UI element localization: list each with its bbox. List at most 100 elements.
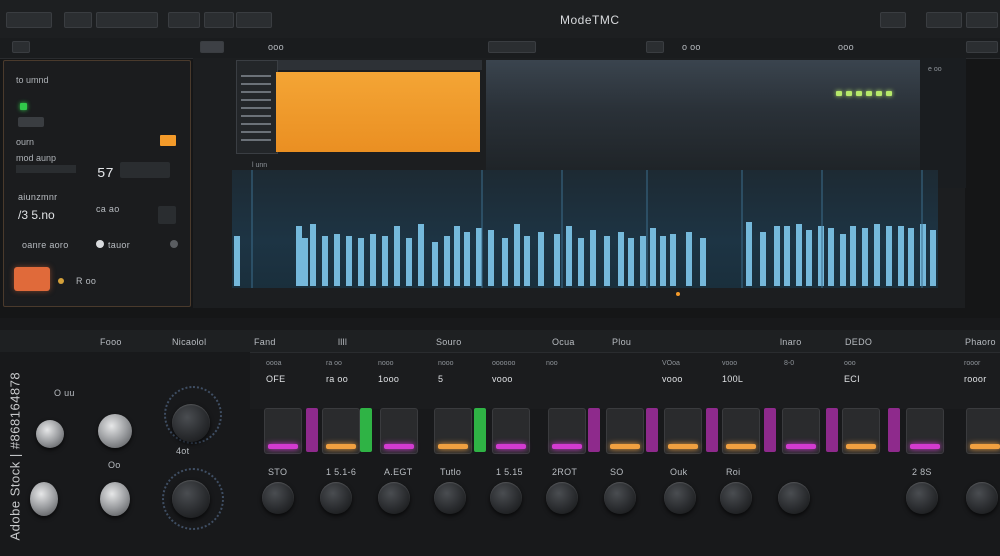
- menu-button[interactable]: [6, 12, 52, 28]
- help-button[interactable]: [236, 12, 272, 28]
- clip-list-item[interactable]: [241, 123, 271, 125]
- channel-value[interactable]: vooo: [662, 374, 683, 384]
- channel-top-label: oooa: [266, 360, 282, 367]
- resonance-knob[interactable]: [100, 482, 130, 516]
- channel-top-label: vooo: [722, 360, 738, 367]
- spectrum-bar: [640, 236, 646, 286]
- spectrum-bar: [840, 234, 846, 286]
- channel-knob[interactable]: [604, 482, 636, 514]
- drum-pad[interactable]: [606, 408, 644, 454]
- window-button[interactable]: [926, 12, 962, 28]
- mode-toggle[interactable]: [18, 117, 44, 127]
- pad-led-icon: [326, 444, 356, 449]
- led-icon: [866, 91, 872, 96]
- pad-separator: [888, 408, 900, 452]
- gain-knob[interactable]: [36, 420, 64, 448]
- audio-clip[interactable]: [276, 72, 480, 152]
- tempo-field[interactable]: [488, 41, 536, 53]
- drum-pad[interactable]: [434, 408, 472, 454]
- channel-header-label: Phaoro: [965, 337, 996, 347]
- clip-list-item[interactable]: [241, 115, 271, 117]
- track-button[interactable]: [204, 12, 234, 28]
- drum-pad[interactable]: [966, 408, 1000, 454]
- drum-pad[interactable]: [842, 408, 880, 454]
- knob-label: STO: [268, 467, 288, 477]
- drum-pad[interactable]: [492, 408, 530, 454]
- channel-knob[interactable]: [378, 482, 410, 514]
- toolbar-menu-button[interactable]: [966, 41, 998, 53]
- clip-list-item[interactable]: [241, 83, 271, 85]
- panel-row-2: ourn: [16, 137, 35, 147]
- drive-knob[interactable]: [98, 414, 132, 448]
- param-toggle[interactable]: [158, 206, 176, 224]
- stop-icon[interactable]: [12, 41, 30, 53]
- drum-pad[interactable]: [722, 408, 760, 454]
- spectrum-bar: [796, 224, 802, 286]
- radio-icon[interactable]: [170, 240, 178, 248]
- close-button[interactable]: [966, 12, 998, 28]
- pad-led-icon: [910, 444, 940, 449]
- clip-list-item[interactable]: [241, 91, 271, 93]
- clip-list-item[interactable]: [241, 107, 271, 109]
- clip-list-item[interactable]: [241, 75, 271, 77]
- loop-icon[interactable]: [646, 41, 664, 53]
- waveform-view[interactable]: [486, 60, 920, 170]
- right-meter-strip: [920, 58, 966, 188]
- radio-icon[interactable]: [96, 240, 104, 248]
- channel-knob[interactable]: [546, 482, 578, 514]
- channel-value[interactable]: 5: [438, 374, 443, 384]
- clip-list[interactable]: [236, 60, 278, 154]
- volume-knob[interactable]: [172, 480, 210, 518]
- settings-button[interactable]: [880, 12, 906, 28]
- channel-top-label: nooo: [378, 360, 394, 367]
- drum-pad[interactable]: [264, 408, 302, 454]
- channel-value[interactable]: ECI: [844, 374, 860, 384]
- channel-knob[interactable]: [434, 482, 466, 514]
- channel-knob[interactable]: [966, 482, 998, 514]
- spectrum-bar: [514, 224, 520, 286]
- spectrum-bar: [700, 238, 706, 286]
- channel-value[interactable]: ra oo: [326, 374, 348, 384]
- clip-list-item[interactable]: [241, 99, 271, 101]
- drum-pad[interactable]: [664, 408, 702, 454]
- preset-selector[interactable]: [120, 162, 170, 178]
- playhead-icon: [676, 292, 680, 296]
- channel-knob[interactable]: [664, 482, 696, 514]
- spectrum-bar: [322, 236, 328, 286]
- spectrum-bar: [346, 236, 352, 286]
- clip-list-item[interactable]: [241, 131, 271, 133]
- channel-value[interactable]: vooo: [492, 374, 513, 384]
- channel-value[interactable]: 100L: [722, 374, 743, 384]
- channel-top-label: ra oo: [326, 360, 342, 367]
- channel-knob[interactable]: [262, 482, 294, 514]
- clip-list-item[interactable]: [241, 139, 271, 141]
- drum-pad[interactable]: [548, 408, 586, 454]
- channel-knob[interactable]: [320, 482, 352, 514]
- panel-row-1: to umnd: [16, 75, 49, 85]
- drum-pad[interactable]: [782, 408, 820, 454]
- channel-value[interactable]: rooor: [964, 374, 987, 384]
- channel-knob[interactable]: [906, 482, 938, 514]
- spectrum-bar: [382, 236, 388, 286]
- filter-knob[interactable]: [30, 482, 58, 516]
- channel-value[interactable]: OFE: [266, 374, 285, 384]
- tone-knob[interactable]: [172, 404, 210, 442]
- channel-knob[interactable]: [490, 482, 522, 514]
- channel-knob[interactable]: [778, 482, 810, 514]
- channel-knob[interactable]: [720, 482, 752, 514]
- knob-label: Roi: [726, 467, 741, 477]
- file-button[interactable]: [64, 12, 92, 28]
- drum-pad[interactable]: [322, 408, 360, 454]
- view-button[interactable]: [168, 12, 200, 28]
- spectrum-bar: [488, 230, 494, 286]
- channel-value[interactable]: 1ooo: [378, 374, 399, 384]
- play-icon[interactable]: [200, 41, 224, 53]
- pad-led-icon: [438, 444, 468, 449]
- spectrum-bar: [444, 236, 450, 286]
- channel-top-label: VOoa: [662, 360, 680, 367]
- drum-pad[interactable]: [380, 408, 418, 454]
- record-button[interactable]: [14, 267, 50, 291]
- drum-pad[interactable]: [906, 408, 944, 454]
- knob-label: 2ROT: [552, 467, 578, 477]
- edit-button[interactable]: [96, 12, 158, 28]
